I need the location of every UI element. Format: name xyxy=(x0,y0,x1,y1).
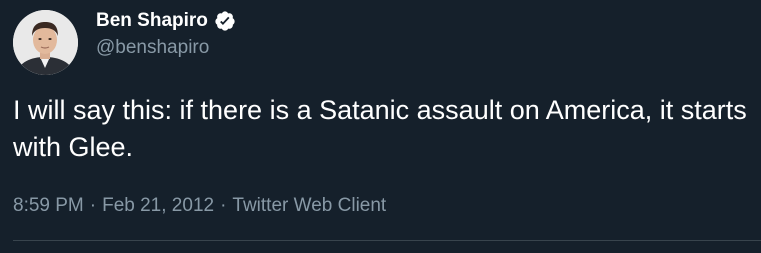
tweet-card: Ben Shapiro @benshapiro I will say this:… xyxy=(0,0,761,253)
meta-separator: · xyxy=(220,195,227,216)
author-display-name[interactable]: Ben Shapiro xyxy=(96,9,208,33)
tweet-metadata: 8:59 PM · Feb 21, 2012 · Twitter Web Client xyxy=(13,194,386,218)
author-handle[interactable]: @benshapiro xyxy=(96,36,209,60)
profile-photo-icon xyxy=(13,10,78,75)
tweet-date[interactable]: Feb 21, 2012 xyxy=(102,195,214,216)
tweet-text: I will say this: if there is a Satanic a… xyxy=(13,95,747,162)
avatar[interactable] xyxy=(13,10,78,75)
divider xyxy=(13,240,761,241)
meta-separator: · xyxy=(89,195,97,216)
tweet-source[interactable]: Twitter Web Client xyxy=(232,195,386,216)
verified-badge-icon xyxy=(214,10,236,32)
author-name-row: Ben Shapiro xyxy=(96,9,236,33)
tweet-time[interactable]: 8:59 PM xyxy=(13,195,84,216)
